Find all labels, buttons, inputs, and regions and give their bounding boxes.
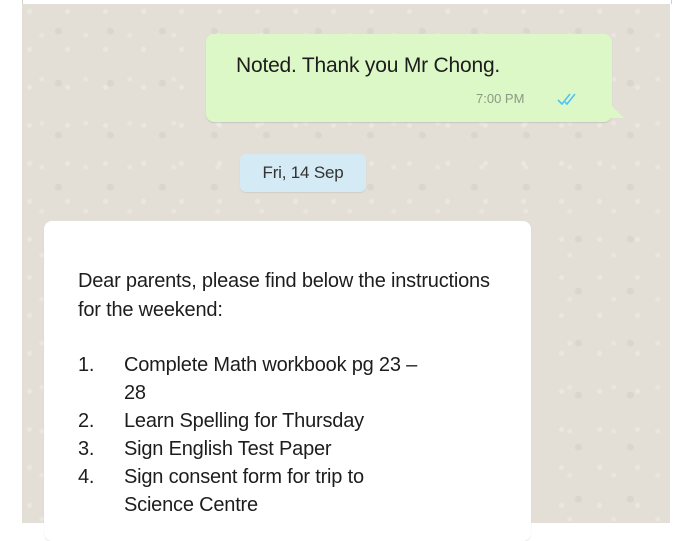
list-item-number: 3.: [78, 438, 95, 460]
chat-frame-edge: [22, 0, 672, 4]
list-item: 1. Complete Math workbook pg 23 – 28: [78, 351, 498, 407]
date-separator: Fri, 14 Sep: [240, 154, 366, 192]
incoming-message-intro: Dear parents, please find below the inst…: [78, 270, 490, 321]
list-item-text: Learn Spelling for Thursday: [124, 410, 364, 432]
message-timestamp: 7:00 PM: [476, 91, 525, 106]
list-item-number: 1.: [78, 354, 95, 376]
outgoing-message-bubble[interactable]: Noted. Thank you Mr Chong. 7:00 PM: [206, 34, 624, 122]
list-item-text: Sign consent form for trip to Science Ce…: [124, 466, 364, 516]
incoming-message-bubble[interactable]: Dear parents, please find below the inst…: [44, 221, 531, 541]
list-item-number: 2.: [78, 410, 95, 432]
list-item-number: 4.: [78, 466, 95, 488]
double-check-icon: [557, 93, 576, 106]
instructions-list: 1. Complete Math workbook pg 23 – 28 2. …: [78, 351, 498, 519]
list-item: 4. Sign consent form for trip to Science…: [78, 463, 498, 519]
list-item: 3. Sign English Test Paper: [78, 435, 498, 463]
outgoing-message-text: Noted. Thank you Mr Chong.: [236, 54, 501, 77]
list-item: 2. Learn Spelling for Thursday: [78, 407, 498, 435]
list-item-text: Sign English Test Paper: [124, 438, 332, 460]
list-item-text: Complete Math workbook pg 23 – 28: [124, 354, 418, 404]
